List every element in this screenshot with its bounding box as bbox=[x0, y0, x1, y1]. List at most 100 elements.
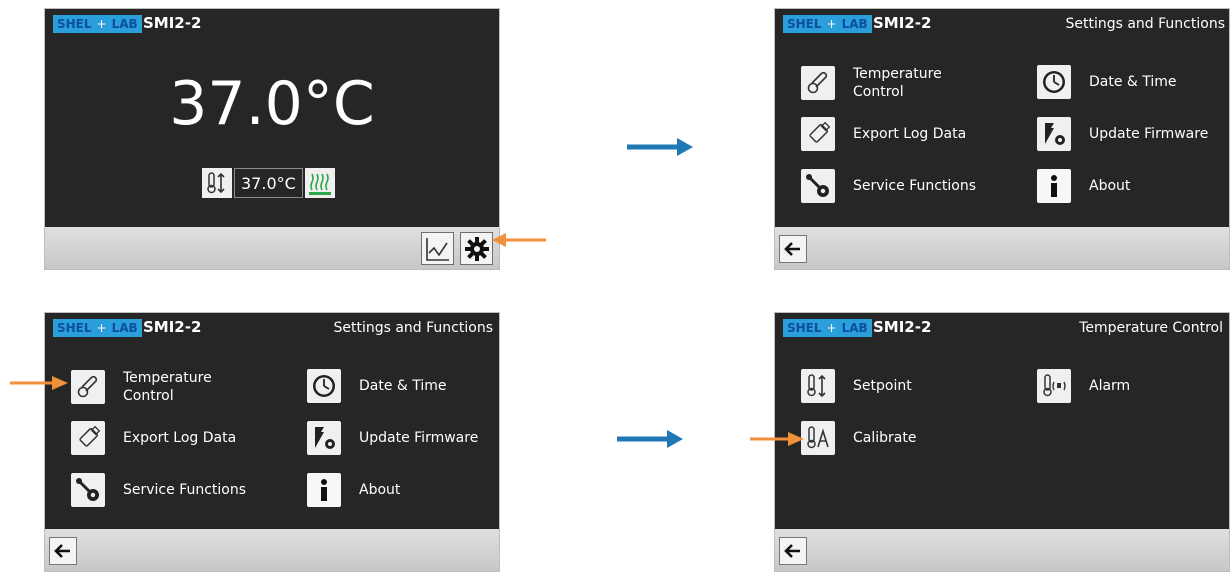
thermometer-icon bbox=[801, 66, 835, 100]
temperature-control-screen-panel: SHEL + LAB SMI2-2 Temperature Control Setp… bbox=[774, 312, 1230, 572]
menu-label-line2: Control bbox=[123, 388, 174, 404]
brand-logo-shel: SHEL bbox=[783, 319, 826, 337]
brand-logo-lab: LAB bbox=[107, 319, 142, 337]
menu-item-about[interactable]: About bbox=[1037, 169, 1130, 203]
flow-arrow-right-icon bbox=[627, 138, 693, 156]
info-icon bbox=[307, 473, 341, 507]
menu-item-alarm[interactable]: Alarm bbox=[1037, 369, 1130, 403]
menu-label: Date & Time bbox=[359, 378, 447, 394]
brand-logo-plus: + bbox=[825, 15, 838, 33]
menu-item-export-log-data[interactable]: Export Log Data bbox=[71, 421, 236, 455]
menu-item-service-functions[interactable]: Service Functions bbox=[71, 473, 246, 507]
menu-item-calibrate[interactable]: Calibrate bbox=[801, 421, 916, 455]
back-button[interactable] bbox=[779, 537, 807, 565]
menu-item-update-firmware[interactable]: Update Firmware bbox=[307, 421, 478, 455]
clock-icon bbox=[1037, 65, 1071, 99]
menu-label: Setpoint bbox=[853, 378, 912, 394]
settings-screen-panel-bottom: SHEL + LAB SMI2-2 Settings and Functions T… bbox=[44, 312, 500, 572]
model-name: SMI2-2 bbox=[873, 14, 932, 32]
menu-item-service-functions[interactable]: Service Functions bbox=[801, 169, 976, 203]
settings-screen-panel-top: SHEL + LAB SMI2-2 Settings and Functions T… bbox=[774, 8, 1230, 270]
brand-logo: SHEL + LAB bbox=[783, 319, 872, 337]
menu-label: About bbox=[1089, 178, 1131, 194]
model-name: SMI2-2 bbox=[143, 14, 202, 32]
pointer-arrow-left-icon bbox=[492, 233, 546, 247]
model-name: SMI2-2 bbox=[143, 318, 202, 336]
screen-header: SHEL + LAB SMI2-2 bbox=[45, 9, 499, 39]
menu-item-date-time[interactable]: Date & Time bbox=[1037, 65, 1177, 99]
screen-footer bbox=[45, 529, 499, 571]
menu-label: Alarm bbox=[1089, 378, 1131, 394]
menu-label: About bbox=[359, 482, 401, 498]
menu-label: Export Log Data bbox=[853, 126, 967, 142]
menu-label-line1: Temperature bbox=[123, 370, 212, 386]
thermometer-calibrate-icon bbox=[801, 421, 835, 455]
graph-button[interactable] bbox=[421, 232, 454, 265]
menu-label: Service Functions bbox=[853, 178, 977, 194]
current-temperature: 37.0°C bbox=[169, 69, 375, 139]
menu-label: Update Firmware bbox=[1089, 126, 1209, 142]
wrench-gear-icon bbox=[71, 473, 105, 507]
menu-item-temperature-control[interactable]: Temperature Control bbox=[801, 65, 942, 101]
screen-title: Settings and Functions bbox=[1065, 16, 1225, 32]
brand-logo-lab: LAB bbox=[837, 15, 872, 33]
back-arrow-icon bbox=[54, 544, 70, 558]
info-icon bbox=[1037, 169, 1071, 203]
screen-title: Settings and Functions bbox=[333, 320, 493, 336]
model-name: SMI2-2 bbox=[873, 318, 932, 336]
screen-footer bbox=[775, 227, 1229, 269]
setpoint-value: 37.0°C bbox=[234, 168, 303, 198]
clock-icon bbox=[307, 369, 341, 403]
menu-item-update-firmware[interactable]: Update Firmware bbox=[1037, 117, 1208, 151]
graph-icon bbox=[425, 237, 449, 261]
brand-logo-plus: + bbox=[825, 319, 838, 337]
menu-label: Date & Time bbox=[1089, 74, 1177, 90]
back-button[interactable] bbox=[779, 235, 807, 263]
screen-title: Temperature Control bbox=[1079, 320, 1223, 336]
menu-item-date-time[interactable]: Date & Time bbox=[307, 369, 447, 403]
brand-logo: SHEL + LAB bbox=[53, 15, 142, 33]
main-screen-panel: SHEL + LAB SMI2-2 37.0°C 37.0°C bbox=[44, 8, 500, 270]
back-arrow-icon bbox=[784, 242, 800, 256]
menu-label: Calibrate bbox=[853, 430, 917, 446]
thermometer-updown-icon bbox=[202, 168, 232, 198]
back-button[interactable] bbox=[49, 537, 77, 565]
wrench-gear-icon bbox=[801, 169, 835, 203]
back-arrow-icon bbox=[784, 544, 800, 558]
brand-logo-shel: SHEL bbox=[53, 15, 96, 33]
usb-drive-icon bbox=[801, 117, 835, 151]
gear-icon bbox=[464, 236, 489, 261]
brand-logo-plus: + bbox=[95, 319, 108, 337]
menu-label: Update Firmware bbox=[359, 430, 479, 446]
brand-logo: SHEL + LAB bbox=[53, 319, 142, 337]
brand-logo-plus: + bbox=[95, 15, 108, 33]
screen-footer bbox=[45, 227, 499, 269]
screen-header: SHEL + LAB SMI2-2 Settings and Functions bbox=[775, 9, 1229, 39]
brand-logo: SHEL + LAB bbox=[783, 15, 872, 33]
menu-item-export-log-data[interactable]: Export Log Data bbox=[801, 117, 966, 151]
thermometer-alarm-icon bbox=[1037, 369, 1071, 403]
menu-label: Service Functions bbox=[123, 482, 247, 498]
menu-item-setpoint[interactable]: Setpoint bbox=[801, 369, 912, 403]
menu-label: Export Log Data bbox=[123, 430, 237, 446]
heater-icon bbox=[304, 168, 335, 198]
pointer-arrow-right-icon bbox=[10, 376, 68, 390]
brand-logo-shel: SHEL bbox=[783, 15, 826, 33]
settings-button[interactable] bbox=[460, 232, 493, 265]
screen-header: SHEL + LAB SMI2-2 Settings and Functions bbox=[45, 313, 499, 343]
thermometer-icon bbox=[71, 370, 105, 404]
flow-arrow-right-icon bbox=[617, 430, 683, 448]
brand-logo-lab: LAB bbox=[107, 15, 142, 33]
thermometer-updown-icon bbox=[801, 369, 835, 403]
firmware-icon bbox=[1037, 117, 1071, 151]
screen-footer bbox=[775, 529, 1229, 571]
firmware-icon bbox=[307, 421, 341, 455]
setpoint-status-row[interactable]: 37.0°C bbox=[202, 167, 335, 199]
menu-item-about[interactable]: About bbox=[307, 473, 400, 507]
pointer-arrow-right-icon bbox=[750, 432, 804, 446]
menu-label-line1: Temperature bbox=[853, 66, 942, 82]
usb-drive-icon bbox=[71, 421, 105, 455]
brand-logo-lab: LAB bbox=[837, 319, 872, 337]
menu-item-temperature-control[interactable]: Temperature Control bbox=[71, 369, 212, 405]
screen-header: SHEL + LAB SMI2-2 Temperature Control bbox=[775, 313, 1229, 343]
